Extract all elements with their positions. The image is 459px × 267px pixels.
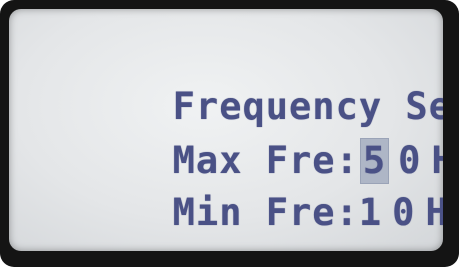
lcd-screen: Frequency Set: Max Fre:50Hz Min Fre:10Hz [9, 9, 443, 251]
min-frequency-unit: Hz [425, 191, 443, 234]
min-frequency-label: Min Fre: [172, 191, 359, 234]
max-frequency-row[interactable]: Max Fre:50Hz [33, 95, 443, 184]
min-frequency-row[interactable]: Min Fre:10Hz [33, 147, 443, 234]
device-bezel: Frequency Set: Max Fre:50Hz Min Fre:10Hz [0, 0, 459, 267]
min-frequency-digit-1[interactable]: 1 [359, 191, 382, 235]
screen-title-row: Frequency Set: [33, 41, 443, 128]
min-frequency-digit-2[interactable]: 0 [392, 191, 415, 235]
